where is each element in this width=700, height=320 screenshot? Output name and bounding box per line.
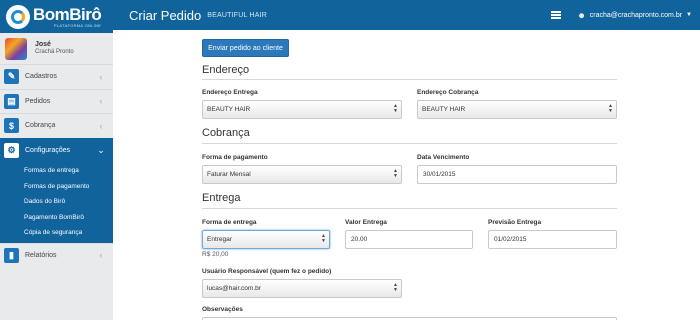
data-vencimento-label: Data Vencimento <box>417 154 470 161</box>
user-email-menu[interactable]: cracha@crachapronto.com.br <box>590 12 682 19</box>
sidebar-item-configuracoes[interactable]: ⚙ Configurações ⌄ <box>0 137 113 162</box>
divider <box>202 143 617 144</box>
configuracoes-submenu: Formas de entrega Formas de pagamento Da… <box>0 162 113 243</box>
sidebar-item-relatorios[interactable]: ▮ Relatórios ‹ <box>0 242 113 267</box>
section-title-entrega: Entrega <box>202 192 241 204</box>
page-title: Criar Pedido <box>129 7 202 23</box>
forma-entrega-label: Forma de entrega <box>202 219 257 226</box>
endereco-cobranca-value: BEAUTY HAIR <box>422 106 466 113</box>
sidebar-item-pedidos[interactable]: ▤ Pedidos ‹ <box>0 88 113 113</box>
document-icon: ▤ <box>4 93 19 109</box>
sidebar-item-cadastros[interactable]: ✎ Cadastros ‹ <box>0 64 113 89</box>
gears-icon: ⚙ <box>4 142 19 158</box>
previsao-entrega-input[interactable]: 01/02/2015 <box>488 230 617 249</box>
select-arrows-icon: ▲ ▼ <box>393 168 398 179</box>
valor-entrega-input[interactable]: 20.00 <box>345 230 473 249</box>
chevron-left-icon: ‹ <box>99 120 103 131</box>
top-bar: Criar Pedido BEAUTIFUL HAIR ☻ cracha@cra… <box>113 0 700 30</box>
brand-mark-icon <box>6 4 30 29</box>
divider <box>202 208 617 209</box>
observacoes-label: Observações <box>202 306 243 313</box>
page-subtitle: BEAUTIFUL HAIR <box>207 11 267 19</box>
endereco-entrega-label: Endereço Entrega <box>202 89 258 96</box>
sidebar-item-label: Configurações <box>25 146 71 154</box>
select-arrows-icon: ▲ ▼ <box>321 233 326 244</box>
forma-entrega-price: R$ 20,00 <box>202 251 229 258</box>
user-icon: ☻ <box>577 10 586 20</box>
brand-tagline: PLATAFORMA ONLINE <box>53 22 102 28</box>
chevron-left-icon: ‹ <box>99 250 103 261</box>
submenu-item-dados-biro[interactable]: Dados do Birô <box>0 194 113 210</box>
send-order-button[interactable]: Enviar pedido ao cliente <box>202 39 289 57</box>
dollar-icon: $ <box>4 118 19 134</box>
endereco-cobranca-label: Endereço Cobrança <box>417 89 479 96</box>
main-content: Enviar pedido ao cliente Endereço Endere… <box>113 30 700 320</box>
submenu-item-formas-pagamento[interactable]: Formas de pagamento <box>0 179 113 195</box>
user-name: José <box>35 40 51 48</box>
caret-down-icon[interactable]: ▼ <box>686 12 692 18</box>
usuario-responsavel-label: Usuário Responsável (quem fez o pedido) <box>202 268 332 275</box>
sidebar: BomBirô PLATAFORMA ONLINE José Crachá Pr… <box>0 0 113 320</box>
sidebar-item-label: Cadastros <box>25 73 57 81</box>
forma-pagamento-select[interactable]: Faturar Mensal ▲ ▼ <box>202 165 402 184</box>
select-arrows-icon: ▲ ▼ <box>608 103 613 114</box>
submenu-item-formas-entrega[interactable]: Formas de entrega <box>0 163 113 179</box>
brand-logo[interactable]: BomBirô PLATAFORMA ONLINE <box>0 0 113 33</box>
valor-entrega-label: Valor Entrega <box>345 219 387 226</box>
select-arrows-icon: ▲ ▼ <box>393 282 398 293</box>
sidebar-item-label: Relatórios <box>25 251 57 259</box>
sidebar-item-label: Cobrança <box>25 122 56 130</box>
pencil-icon: ✎ <box>4 69 19 85</box>
chevron-left-icon: ‹ <box>99 96 103 107</box>
usuario-responsavel-select[interactable]: lucas@hair.com.br ▲ ▼ <box>202 279 402 298</box>
forma-pagamento-label: Forma de pagamento <box>202 154 268 161</box>
submenu-item-copia-seguranca[interactable]: Cópia de segurança <box>0 225 113 241</box>
forma-pagamento-value: Faturar Mensal <box>207 171 251 178</box>
bar-chart-icon: ▮ <box>4 247 19 263</box>
endereco-entrega-value: BEAUTY HAIR <box>207 106 251 113</box>
chevron-left-icon: ‹ <box>99 71 103 82</box>
user-panel: José Crachá Pronto <box>0 33 113 64</box>
sidebar-menu: ✎ Cadastros ‹ ▤ Pedidos ‹ $ Cobrança ‹ ⚙… <box>0 64 113 267</box>
list-icon[interactable] <box>551 11 562 19</box>
endereco-cobranca-select[interactable]: BEAUTY HAIR ▲ ▼ <box>417 100 617 119</box>
forma-entrega-value: Entregar <box>207 236 232 243</box>
section-title-endereco: Endereço <box>202 64 250 76</box>
avatar <box>5 37 27 60</box>
data-vencimento-input[interactable]: 30/01/2015 <box>417 165 617 184</box>
select-arrows-icon: ▲ ▼ <box>393 103 398 114</box>
chevron-down-icon: ⌄ <box>97 144 105 155</box>
usuario-responsavel-value: lucas@hair.com.br <box>207 285 261 292</box>
divider <box>202 79 617 80</box>
endereco-entrega-select[interactable]: BEAUTY HAIR ▲ ▼ <box>202 100 402 119</box>
previsao-entrega-label: Previsão Entrega <box>488 219 542 226</box>
user-company: Crachá Pronto <box>35 49 74 56</box>
section-title-cobranca: Cobrança <box>202 127 250 139</box>
forma-entrega-select[interactable]: Entregar ▲ ▼ <box>202 230 330 249</box>
sidebar-item-label: Pedidos <box>25 97 51 105</box>
brand-name: BomBirô <box>33 4 102 24</box>
sidebar-item-cobranca[interactable]: $ Cobrança ‹ <box>0 113 113 138</box>
submenu-item-pagamento-bombiro[interactable]: Pagamento BomBirô <box>0 210 113 226</box>
